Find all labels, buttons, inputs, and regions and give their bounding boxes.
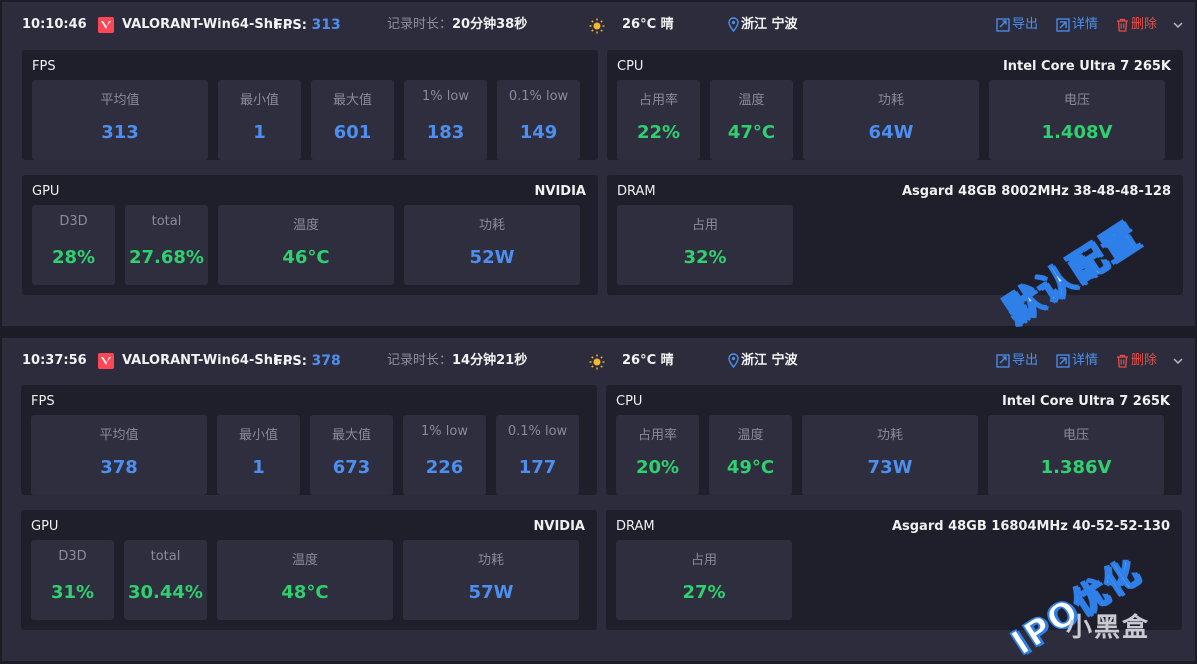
cpu-model: Intel Core Ultra 7 265K xyxy=(1002,59,1171,74)
detail-icon xyxy=(1056,18,1070,32)
gpu-total-tile: total 30.44% xyxy=(124,540,207,620)
panel-title: GPU xyxy=(31,519,59,534)
game-name: VALORANT-Win64-Shi... xyxy=(122,17,293,32)
chevron-down-icon[interactable] xyxy=(1172,15,1184,35)
watermark-logo: 小黑盒 xyxy=(1066,613,1151,643)
sun-icon xyxy=(589,18,605,34)
trash-icon xyxy=(1117,354,1128,368)
valorant-icon xyxy=(98,17,114,33)
gpu-temp-tile: 温度 46°C xyxy=(218,205,394,285)
cpu-panel: CPU Intel Core Ultra 7 265K 占用率 20% 温度 49°… xyxy=(606,385,1182,495)
gpu-total-tile: total 27.68% xyxy=(125,205,208,285)
cpu-power-tile: 功耗 64W xyxy=(803,80,979,160)
delete-button[interactable]: 删除 xyxy=(1116,16,1157,34)
gpu-model: NVIDIA xyxy=(533,519,585,534)
game-name: VALORANT-Win64-Shi... xyxy=(122,353,293,368)
dram-usage-tile: 占用 27% xyxy=(616,540,792,620)
panel-title: CPU xyxy=(617,59,644,74)
record-header: 10:10:46 VALORANT-Win64-Shi... FPS: 313 … xyxy=(2,2,1195,48)
cpu-temp-tile: 温度 49°C xyxy=(709,415,792,495)
dram-model: Asgard 48GB 8002MHz 38-48-48-128 xyxy=(901,184,1171,199)
chevron-down-icon[interactable] xyxy=(1172,351,1184,371)
cpu-voltage-tile: 电压 1.408V xyxy=(989,80,1165,160)
location-text: 浙江 宁波 xyxy=(741,353,798,368)
panel-title: FPS xyxy=(32,59,56,74)
detail-icon xyxy=(1056,354,1070,368)
cpu-usage-tile: 占用率 22% xyxy=(617,80,700,160)
sun-icon xyxy=(589,354,605,370)
dram-usage-tile: 占用 32% xyxy=(617,205,793,285)
panel-title: DRAM xyxy=(617,184,656,199)
record-time: 10:37:56 xyxy=(22,353,87,368)
fps-panel: FPS 平均值 313 最小值 1 最大值 601 1% low 183 0.1% lo… xyxy=(22,50,598,160)
record-time: 10:10:46 xyxy=(22,17,87,32)
cpu-power-tile: 功耗 73W xyxy=(802,415,978,495)
gpu-power-tile: 功耗 57W xyxy=(403,540,579,620)
export-icon xyxy=(996,18,1010,32)
fps-min-tile: 最小值 1 xyxy=(218,80,301,160)
cpu-model: Intel Core Ultra 7 265K xyxy=(1001,394,1170,409)
fps-summary: FPS: 313 xyxy=(274,17,341,33)
gpu-temp-tile: 温度 48°C xyxy=(217,540,393,620)
export-icon xyxy=(996,354,1010,368)
export-button[interactable]: 导出 xyxy=(996,16,1038,34)
record-header: 10:37:56 VALORANT-Win64-Shi... FPS: 378 … xyxy=(2,338,1195,384)
valorant-icon xyxy=(98,353,114,369)
delete-button[interactable]: 删除 xyxy=(1116,352,1157,370)
fps-avg-tile: 平均值 378 xyxy=(31,415,207,495)
fps-min-tile: 最小值 1 xyxy=(217,415,300,495)
panel-title: GPU xyxy=(32,184,60,199)
fps-01low-tile: 0.1% low 177 xyxy=(496,415,579,495)
panel-title: FPS xyxy=(31,394,55,409)
dram-model: Asgard 48GB 16804MHz 40-52-52-130 xyxy=(891,519,1170,534)
gpu-d3d-tile: D3D 31% xyxy=(31,540,114,620)
location-pin-icon xyxy=(728,17,739,32)
panel-title: CPU xyxy=(616,394,643,409)
gpu-d3d-tile: D3D 28% xyxy=(32,205,115,285)
fps-panel: FPS 平均值 378 最小值 1 最大值 673 1% low 226 0.1% lo… xyxy=(21,385,597,495)
fps-avg-tile: 平均值 313 xyxy=(32,80,208,160)
detail-button[interactable]: 详情 xyxy=(1056,352,1098,370)
gpu-model: NVIDIA xyxy=(534,184,586,199)
cpu-temp-tile: 温度 47°C xyxy=(710,80,793,160)
fps-summary: FPS: 378 xyxy=(274,353,341,369)
cpu-voltage-tile: 电压 1.386V xyxy=(988,415,1164,495)
fps-1low-tile: 1% low 183 xyxy=(404,80,487,160)
record-duration: 记录时长：20分钟38秒 xyxy=(387,17,528,32)
weather-text: 26°C 晴 xyxy=(622,353,674,368)
fps-1low-tile: 1% low 226 xyxy=(403,415,486,495)
export-button[interactable]: 导出 xyxy=(996,352,1038,370)
panel-title: DRAM xyxy=(616,519,655,534)
fps-max-tile: 最大值 673 xyxy=(310,415,393,495)
weather-text: 26°C 晴 xyxy=(622,17,674,32)
detail-button[interactable]: 详情 xyxy=(1056,16,1098,34)
gpu-panel: GPU NVIDIA D3D 31% total 30.44% 温度 48°C 功耗 5… xyxy=(21,510,597,630)
location-pin-icon xyxy=(728,353,739,368)
gpu-power-tile: 功耗 52W xyxy=(404,205,580,285)
trash-icon xyxy=(1117,18,1128,32)
cpu-panel: CPU Intel Core Ultra 7 265K 占用率 22% 温度 47°… xyxy=(607,50,1183,160)
record-duration: 记录时长：14分钟21秒 xyxy=(387,353,528,368)
fps-01low-tile: 0.1% low 149 xyxy=(497,80,580,160)
cpu-usage-tile: 占用率 20% xyxy=(616,415,699,495)
gpu-panel: GPU NVIDIA D3D 28% total 27.68% 温度 46°C 功耗 5… xyxy=(22,175,598,295)
location-text: 浙江 宁波 xyxy=(741,17,798,32)
fps-max-tile: 最大值 601 xyxy=(311,80,394,160)
